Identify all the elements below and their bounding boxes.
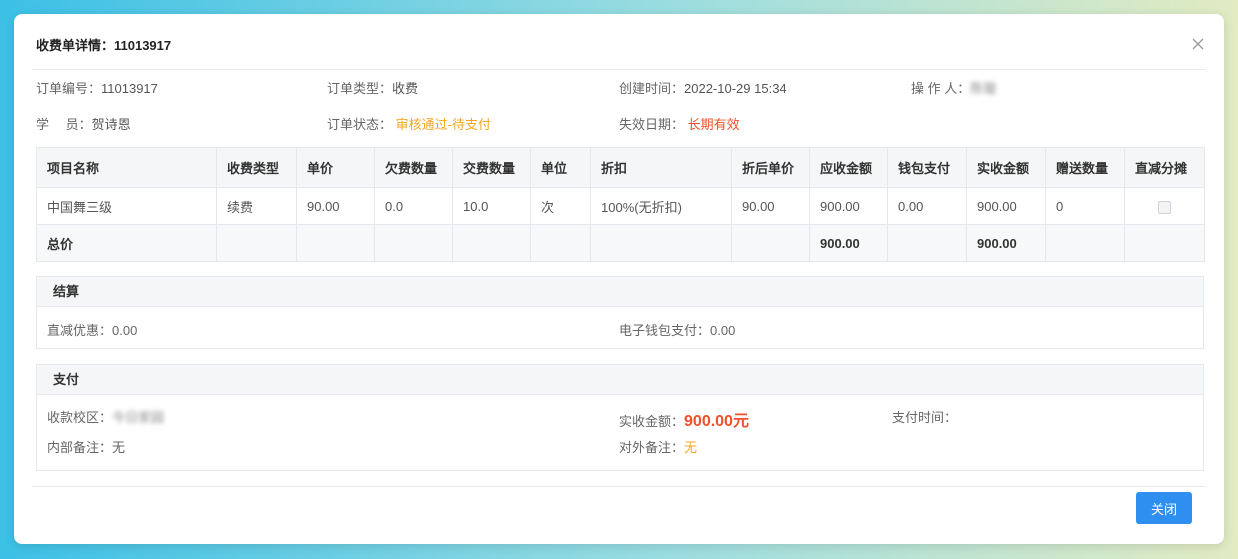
expiry-date: 失效日期： 长期有效 bbox=[619, 117, 740, 132]
col-header: 单价 bbox=[296, 147, 375, 188]
col-header: 钱包支付 bbox=[887, 147, 967, 188]
table-cell: 90.00 bbox=[731, 187, 810, 225]
dialog-title: 收费单详情：11013917 bbox=[36, 38, 172, 53]
col-header: 收费类型 bbox=[216, 147, 297, 188]
col-header: 实收金额 bbox=[966, 147, 1046, 188]
wallet-payment: 电子钱包支付：0.00 bbox=[619, 323, 736, 338]
close-button[interactable]: 关闭 bbox=[1136, 492, 1192, 524]
col-header: 应收金额 bbox=[809, 147, 888, 188]
status-badge: 审核通过-待支付 bbox=[395, 117, 491, 132]
items-table: 项目名称 收费类型 单价 欠费数量 交费数量 单位 折扣 折后单价 应收金额 钱… bbox=[36, 147, 1205, 262]
settlement-title: 结算 bbox=[37, 277, 1203, 307]
table-row: 中国舞三级 续费 90.00 0.0 10.0 次 100%(无折扣) 90.0… bbox=[36, 187, 1205, 225]
operator: 操 作 人：陈璇 bbox=[911, 81, 997, 96]
table-cell: 续费 bbox=[216, 187, 297, 225]
direct-discount-checkbox[interactable] bbox=[1158, 200, 1171, 214]
table-cell: 0.00 bbox=[887, 187, 967, 225]
order-type: 订单类型：收费 bbox=[327, 81, 419, 96]
table-cell: 100%(无折扣) bbox=[590, 187, 732, 225]
pay-time: 支付时间： bbox=[892, 410, 958, 425]
table-cell: 0.0 bbox=[374, 187, 453, 225]
col-header: 折后单价 bbox=[731, 147, 810, 188]
table-cell: 90.00 bbox=[296, 187, 375, 225]
col-header: 赠送数量 bbox=[1045, 147, 1125, 188]
table-cell bbox=[1124, 187, 1205, 225]
col-header: 项目名称 bbox=[36, 147, 217, 188]
table-cell: 900.00 bbox=[966, 187, 1046, 225]
table-cell: 中国舞三级 bbox=[36, 187, 217, 225]
campus: 收款校区：今日家园 bbox=[47, 410, 165, 425]
total-label: 总价 bbox=[36, 224, 217, 262]
table-cell: 次 bbox=[530, 187, 591, 225]
fee-detail-dialog: 收费单详情：11013917 订单编号：11013917 订单类型：收费 创建时… bbox=[14, 14, 1224, 544]
table-cell: 900.00 bbox=[809, 187, 888, 225]
table-header-row: 项目名称 收费类型 单价 欠费数量 交费数量 单位 折扣 折后单价 应收金额 钱… bbox=[36, 147, 1205, 188]
student: 学 员：贺诗恩 bbox=[36, 117, 131, 132]
direct-discount: 直减优惠：0.00 bbox=[47, 323, 138, 338]
header-divider bbox=[32, 69, 1206, 70]
col-header: 欠费数量 bbox=[374, 147, 453, 188]
col-header: 交费数量 bbox=[452, 147, 531, 188]
total-receivable: 900.00 bbox=[809, 224, 888, 262]
settlement-section: 结算 直减优惠：0.00 电子钱包支付：0.00 bbox=[36, 276, 1204, 349]
payment-section: 支付 收款校区：今日家园 实收金额：900.00元 支付时间： 内部备注：无 对… bbox=[36, 364, 1204, 471]
received-amount: 实收金额：900.00元 bbox=[619, 413, 749, 430]
created-time: 创建时间：2022-10-29 15:34 bbox=[619, 81, 787, 96]
col-header: 直减分摊 bbox=[1124, 147, 1205, 188]
table-total-row: 总价 900.00 900.00 bbox=[36, 224, 1205, 262]
internal-note: 内部备注：无 bbox=[47, 440, 126, 455]
table-cell: 10.0 bbox=[452, 187, 531, 225]
external-note: 对外备注：无 bbox=[619, 440, 698, 455]
order-status: 订单状态： 审核通过-待支付 bbox=[327, 117, 491, 132]
table-cell: 0 bbox=[1045, 187, 1125, 225]
col-header: 单位 bbox=[530, 147, 591, 188]
total-received: 900.00 bbox=[966, 224, 1046, 262]
col-header: 折扣 bbox=[590, 147, 732, 188]
order-number: 订单编号：11013917 bbox=[36, 81, 158, 96]
close-icon[interactable] bbox=[1190, 36, 1206, 52]
footer-divider bbox=[32, 486, 1206, 487]
payment-title: 支付 bbox=[37, 365, 1203, 395]
